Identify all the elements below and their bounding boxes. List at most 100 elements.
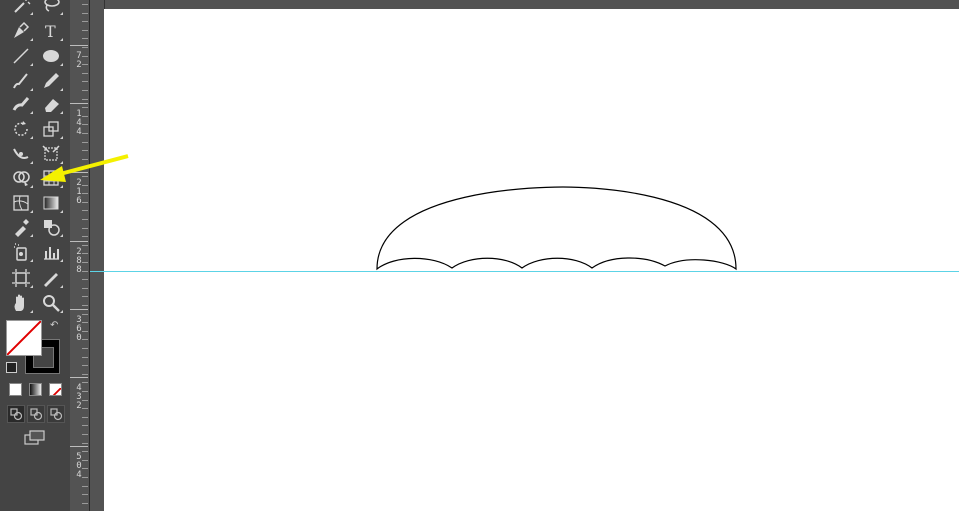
blob-brush-icon: [12, 97, 30, 111]
ruler-minor-tick: [82, 90, 88, 91]
eraser-tool[interactable]: [38, 93, 64, 115]
width-icon: [13, 148, 29, 159]
default-colors-icon[interactable]: [6, 362, 17, 373]
artboard-icon: [12, 269, 30, 287]
flyout-indicator: [30, 259, 33, 262]
ruler-minor-tick: [82, 13, 88, 14]
ruler-minor-tick: [82, 486, 88, 487]
ruler-minor-tick: [82, 56, 88, 57]
ruler-minor-tick: [82, 305, 88, 306]
blend-icon: [44, 220, 60, 236]
horizontal-guide[interactable]: [90, 271, 959, 272]
ruler-minor-tick: [82, 30, 88, 31]
none-fill-icon: [7, 321, 41, 355]
ruler-minor-tick: [82, 348, 88, 349]
ruler-minor-tick: [82, 451, 88, 452]
shape-builder-tool[interactable]: [8, 167, 34, 189]
zoom-tool[interactable]: [38, 292, 64, 314]
ruler-major-tick: [70, 377, 88, 378]
artboard[interactable]: [104, 9, 959, 511]
ellipse-tool[interactable]: [38, 45, 64, 67]
flyout-indicator: [60, 136, 63, 139]
vertical-ruler[interactable]: 7 21 4 42 1 62 8 83 6 04 3 25 0 4: [70, 0, 90, 511]
flyout-indicator: [60, 210, 63, 213]
type-tool[interactable]: T: [38, 20, 64, 42]
line-segment-tool[interactable]: [8, 45, 34, 67]
ruler-minor-tick: [82, 142, 88, 143]
workspace-top: [90, 0, 959, 9]
scale-icon: [43, 121, 59, 137]
free-transform-icon: [42, 145, 60, 161]
ruler-minor-tick: [82, 107, 88, 108]
flyout-indicator: [30, 136, 33, 139]
swap-icon[interactable]: ↶: [50, 320, 58, 331]
gradient-mode-icon[interactable]: [29, 383, 42, 396]
flyout-indicator: [60, 63, 63, 66]
lasso-tool[interactable]: [38, 0, 64, 16]
ruler-minor-tick: [82, 400, 88, 401]
screen-mode-icon[interactable]: [24, 430, 46, 446]
width-tool[interactable]: [8, 143, 34, 165]
ruler-label: 4 3 2: [76, 383, 82, 411]
ruler-minor-tick: [82, 253, 88, 254]
blob-brush-tool[interactable]: [8, 93, 34, 115]
slice-tool[interactable]: [38, 267, 64, 289]
flyout-indicator: [30, 234, 33, 237]
rotate-tool[interactable]: [8, 118, 34, 140]
ruler-minor-tick: [82, 64, 88, 65]
ruler-minor-tick: [82, 417, 88, 418]
hand-tool[interactable]: [8, 292, 34, 314]
ruler-minor-tick: [82, 4, 88, 5]
ruler-minor-tick: [82, 245, 88, 246]
ruler-minor-tick: [82, 21, 88, 22]
eraser-icon: [45, 99, 59, 112]
draw-inside-icon[interactable]: [47, 405, 65, 423]
draw-behind-icon[interactable]: [27, 405, 45, 423]
ruler-minor-tick: [82, 193, 88, 194]
ruler-minor-tick: [82, 150, 88, 151]
zoom-icon: [43, 295, 60, 312]
flyout-indicator: [30, 111, 33, 114]
paintbrush-tool[interactable]: [8, 70, 34, 92]
fill-swatch[interactable]: [6, 320, 42, 356]
symbol-sprayer-tool[interactable]: [8, 241, 34, 263]
pen-tool[interactable]: [8, 20, 34, 42]
shape-builder-icon: [13, 171, 30, 186]
ruler-minor-tick: [82, 314, 88, 315]
rotate-icon: [14, 121, 28, 136]
gradient-icon: [43, 196, 59, 210]
ruler-minor-tick: [82, 468, 88, 469]
fill-stroke-swatches[interactable]: ↶: [6, 320, 64, 374]
color-mode-icon[interactable]: [9, 383, 22, 396]
gradient-tool[interactable]: [38, 192, 64, 214]
ruler-minor-tick: [82, 271, 88, 272]
ruler-label: 7 2: [76, 51, 82, 70]
artboard-tool[interactable]: [8, 267, 34, 289]
eyedropper-tool[interactable]: [8, 216, 34, 238]
blend-tool[interactable]: [38, 216, 64, 238]
ruler-minor-tick: [82, 391, 88, 392]
flyout-indicator: [30, 12, 33, 15]
ruler-minor-tick: [82, 99, 88, 100]
paintbrush-icon: [13, 73, 28, 89]
ruler-minor-tick: [82, 262, 88, 263]
slice-icon: [44, 273, 58, 287]
ruler-major-tick: [70, 446, 88, 447]
ruler-major-tick: [70, 309, 88, 310]
tools-panel: T ↶: [0, 0, 71, 511]
ruler-minor-tick: [82, 73, 88, 74]
scale-tool[interactable]: [38, 118, 64, 140]
ruler-major-tick: [70, 45, 88, 46]
column-graph-tool[interactable]: [38, 241, 64, 263]
magic-wand-tool[interactable]: [8, 0, 34, 16]
ruler-minor-tick: [82, 434, 88, 435]
flyout-indicator: [30, 285, 33, 288]
none-mode-icon[interactable]: [49, 383, 62, 396]
free-transform-tool[interactable]: [38, 143, 64, 165]
pencil-tool[interactable]: [38, 70, 64, 92]
magic-wand-icon: [14, 0, 31, 13]
mesh-tool[interactable]: [8, 192, 34, 214]
draw-normal-icon[interactable]: [7, 405, 25, 423]
lasso-icon: [44, 0, 60, 12]
perspective-grid-tool[interactable]: [38, 167, 64, 189]
